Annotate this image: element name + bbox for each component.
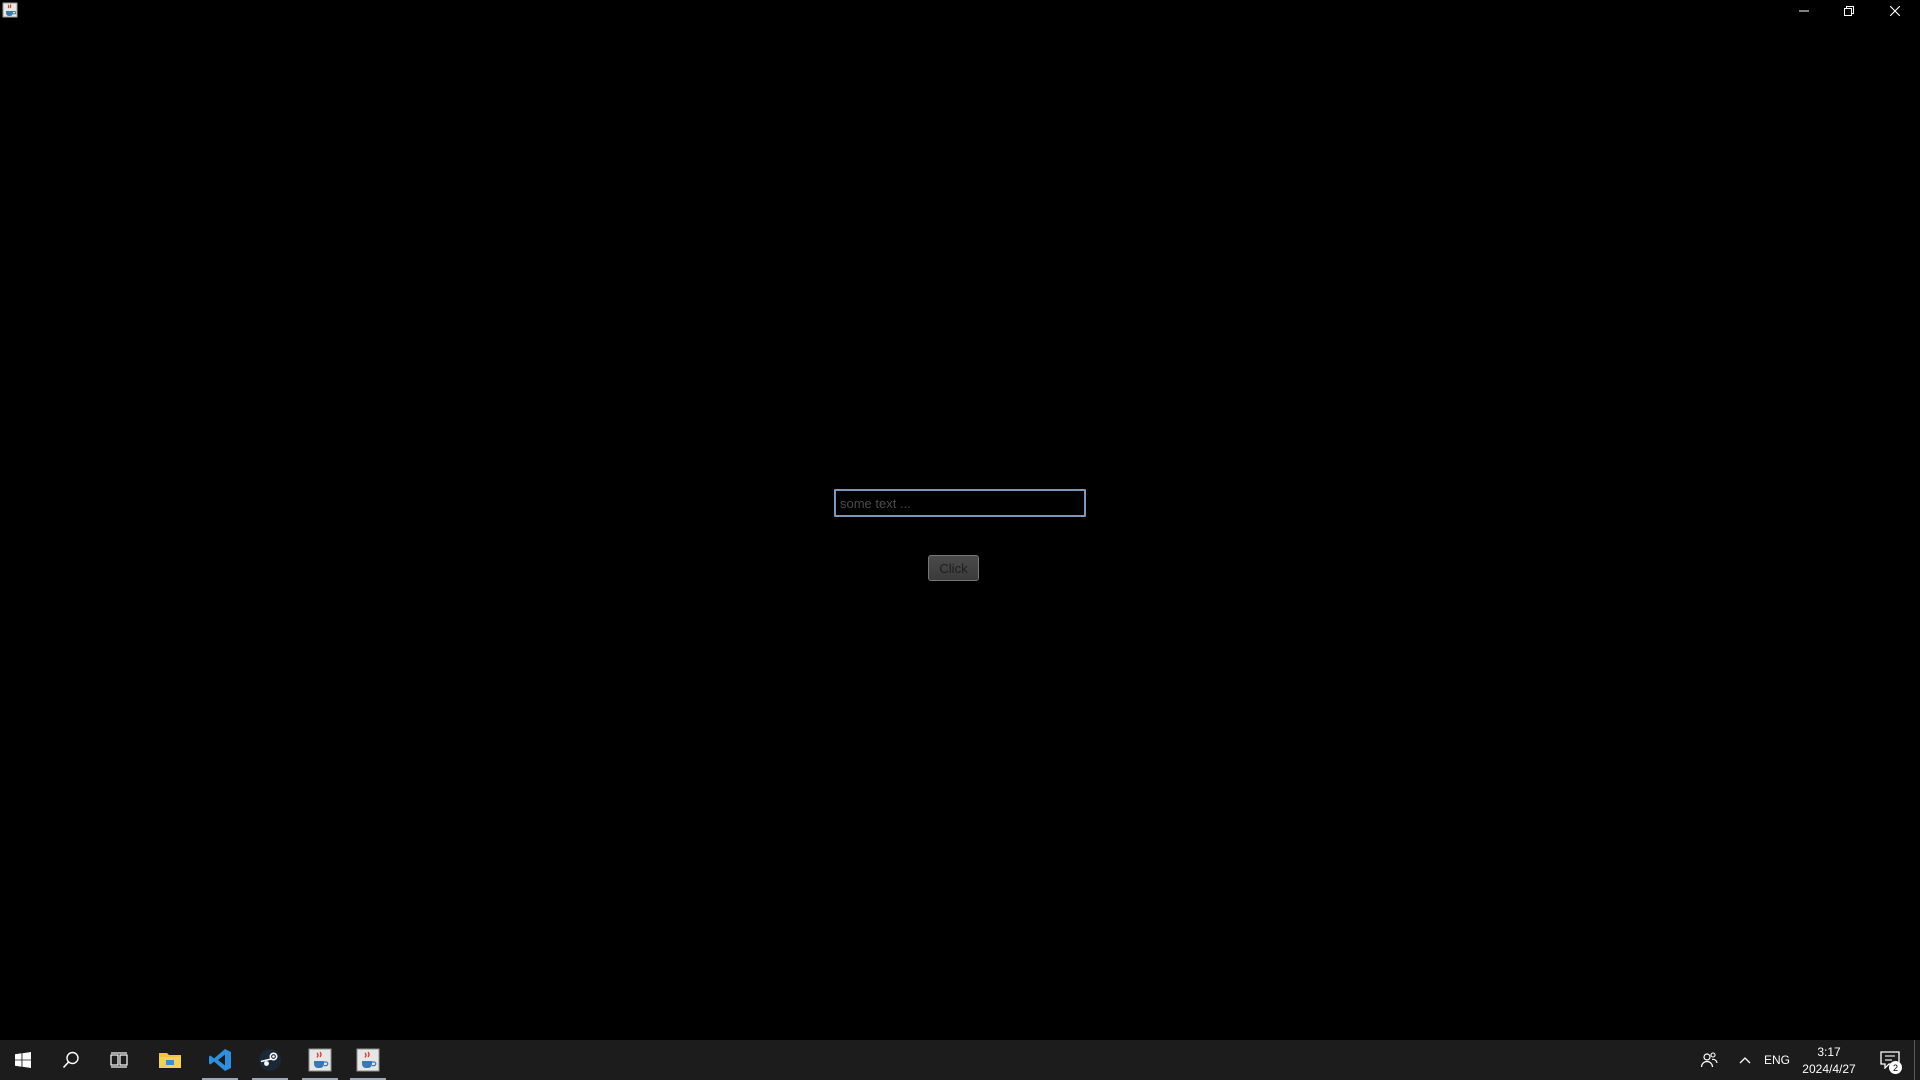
clock-time: 3:17	[1817, 1045, 1841, 1059]
minimize-icon	[1799, 10, 1809, 11]
windows-logo-icon	[15, 1052, 31, 1068]
restore-button[interactable]	[1826, 0, 1872, 21]
java-cup-icon[interactable]	[2, 2, 18, 18]
click-button-label: Click	[939, 560, 968, 576]
java-cup-icon	[308, 1048, 332, 1072]
clock-date: 2024/4/27	[1802, 1062, 1856, 1076]
app-window: Click	[0, 0, 1920, 1040]
notification-count-badge: 2	[1889, 1061, 1902, 1074]
vscode-icon	[209, 1049, 231, 1071]
close-button[interactable]	[1872, 0, 1918, 21]
minimize-button[interactable]	[1781, 0, 1827, 21]
task-view-button[interactable]	[96, 1040, 142, 1080]
action-center-button[interactable]	[1870, 1040, 1910, 1080]
steam-icon	[259, 1049, 281, 1071]
taskbar-file-explorer[interactable]	[146, 1040, 194, 1080]
folder-icon	[159, 1053, 181, 1068]
start-button[interactable]	[0, 1040, 46, 1080]
people-icon	[1700, 1052, 1718, 1068]
close-icon	[1890, 5, 1900, 16]
search-icon	[62, 1051, 79, 1069]
taskbar-steam[interactable]	[246, 1040, 294, 1080]
click-button[interactable]: Click	[928, 555, 979, 581]
search-button[interactable]	[48, 1040, 94, 1080]
taskbar-java-app-1[interactable]	[296, 1040, 344, 1080]
text-input[interactable]	[834, 489, 1086, 517]
show-hidden-icons-button[interactable]	[1730, 1040, 1760, 1080]
restore-icon	[1844, 5, 1854, 16]
taskbar-java-app-2[interactable]	[344, 1040, 392, 1080]
input-language-button[interactable]: ENG	[1760, 1040, 1794, 1080]
language-indicator: ENG	[1763, 1053, 1790, 1067]
taskbar: ENG 3:17 2024/4/27 2	[0, 1040, 1920, 1080]
task-view-icon	[110, 1052, 128, 1068]
people-button[interactable]	[1692, 1040, 1726, 1080]
clock[interactable]: 3:17 2024/4/27	[1790, 1042, 1868, 1080]
title-bar[interactable]	[0, 0, 1920, 21]
java-cup-icon	[356, 1048, 380, 1072]
taskbar-vscode[interactable]	[196, 1040, 244, 1080]
chevron-up-icon	[1739, 1057, 1751, 1064]
show-desktop-button[interactable]	[1914, 1040, 1920, 1080]
